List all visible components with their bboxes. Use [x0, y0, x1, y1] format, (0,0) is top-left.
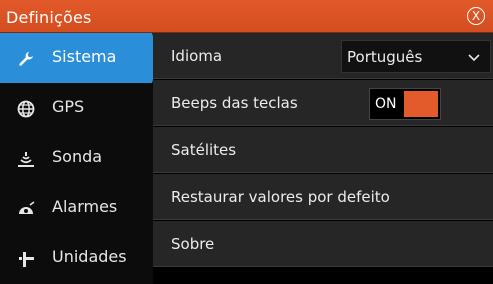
sonar-icon [18, 152, 34, 167]
sidebar-item-label: Alarmes [52, 197, 118, 216]
restore-defaults-label: Restaurar valores por defeito [171, 188, 390, 206]
key-beeps-toggle[interactable]: ON [369, 88, 441, 120]
key-beeps-label: Beeps das teclas [171, 94, 298, 112]
chevron-down-icon [468, 54, 480, 62]
satellites-row[interactable]: Satélites [153, 127, 493, 173]
sidebar-item-sonda[interactable]: Sonda [0, 133, 150, 183]
about-row[interactable]: Sobre [153, 221, 493, 267]
sidebar-item-label: GPS [52, 97, 85, 116]
language-row: Idioma Português [153, 33, 493, 79]
window-title: Definições [6, 8, 92, 27]
toggle-knob [404, 91, 438, 117]
sidebar-item-sistema[interactable]: Sistema [0, 33, 160, 83]
sidebar-item-label: Unidades [52, 247, 127, 266]
key-beeps-row: Beeps das teclas ON [153, 80, 493, 126]
wrench-icon [19, 52, 33, 66]
sidebar-item-label: Sonda [52, 147, 103, 166]
globe-icon [17, 100, 35, 118]
settings-panel: Idioma Português Beeps das teclas ON Sat… [153, 33, 493, 284]
toggle-state: ON [375, 96, 397, 112]
units-icon [19, 252, 34, 267]
close-button[interactable]: X [467, 7, 485, 25]
sidebar-item-label: Sistema [52, 47, 117, 66]
sidebar-item-unidades[interactable]: Unidades [0, 233, 150, 283]
language-value: Português [347, 48, 423, 66]
title-bar: Definições X [0, 0, 493, 33]
sidebar-item-gps[interactable]: GPS [0, 83, 150, 133]
settings-window: Definições X Sistema GPS Sonda Alarmes U… [0, 0, 493, 284]
about-label: Sobre [171, 235, 215, 253]
close-icon: X [471, 9, 481, 23]
sidebar: Sistema GPS Sonda Alarmes Unidades [0, 33, 160, 284]
language-select[interactable]: Português [341, 40, 491, 73]
satellites-label: Satélites [171, 141, 237, 159]
language-label: Idioma [171, 47, 223, 65]
restore-defaults-row[interactable]: Restaurar valores por defeito [153, 174, 493, 220]
alarm-icon [19, 201, 35, 214]
sidebar-item-alarmes[interactable]: Alarmes [0, 183, 150, 233]
